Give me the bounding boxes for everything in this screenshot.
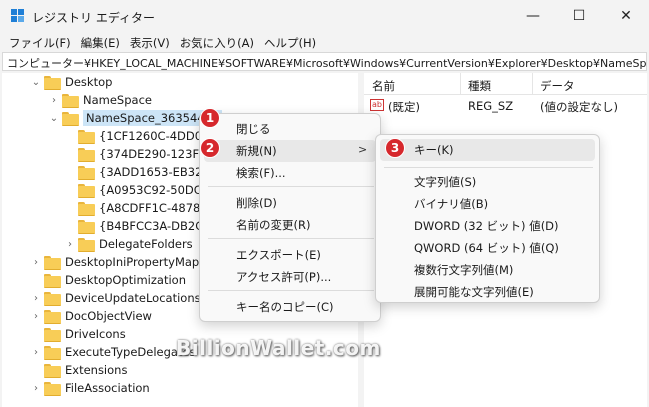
tree-item-desktop[interactable]: ⌄ Desktop xyxy=(30,73,112,91)
folder-icon xyxy=(44,273,61,288)
folder-icon xyxy=(44,309,61,324)
folder-icon xyxy=(78,165,95,180)
menu-file[interactable]: ファイル(F) xyxy=(4,32,76,52)
tree-item-guid[interactable]: {A0953C92-50DC-4 xyxy=(64,181,213,199)
menu-item-dword-value[interactable]: DWORD (32 ビット) 値(D) xyxy=(414,218,559,234)
column-data[interactable]: データ xyxy=(540,78,575,94)
chevron-right-icon[interactable]: › xyxy=(30,256,42,268)
chevron-right-icon: > xyxy=(358,143,368,156)
chevron-down-icon[interactable]: ⌄ xyxy=(48,112,60,124)
menu-edit[interactable]: 編集(E) xyxy=(76,32,125,52)
chevron-right-icon[interactable]: › xyxy=(30,292,42,304)
menu-item-multi-string-value[interactable]: 複数行文字列値(M) xyxy=(414,262,513,278)
menu-item-new[interactable]: 新規(N) xyxy=(236,143,277,159)
folder-icon xyxy=(78,147,95,162)
folder-icon xyxy=(44,255,61,270)
menu-item-binary-value[interactable]: バイナリ値(B) xyxy=(414,196,488,212)
menu-item-key[interactable]: キー(K) xyxy=(414,142,454,158)
folder-icon xyxy=(78,129,95,144)
menu-view[interactable]: 表示(V) xyxy=(125,32,175,52)
registry-editor-icon xyxy=(11,9,25,23)
step-badge-2: 2 xyxy=(200,138,220,158)
menu-item-expandable-string-value[interactable]: 展開可能な文字列値(E) xyxy=(414,284,534,300)
folder-icon xyxy=(78,201,95,216)
value-name: (既定) xyxy=(388,100,420,114)
tree-item-guid[interactable]: {B4BFCC3A-DB2C-4 xyxy=(64,217,215,235)
folder-icon xyxy=(44,291,61,306)
folder-icon xyxy=(78,219,95,234)
tree-item-namespace[interactable]: › NameSpace xyxy=(48,91,152,109)
menu-help[interactable]: ヘルプ(H) xyxy=(259,32,321,52)
watermark: BillionWallet.com xyxy=(176,336,381,360)
maximize-button[interactable]: ☐ xyxy=(556,0,602,32)
chevron-down-icon[interactable]: ⌄ xyxy=(30,76,42,88)
tree-item[interactable]: › ExecuteTypeDelegates xyxy=(30,343,196,361)
tree-item-guid[interactable]: {374DE290-123F-45 xyxy=(64,145,218,163)
folder-icon xyxy=(44,381,61,396)
window-title: レジストリ エディター xyxy=(32,11,155,25)
tree-item-delegatefolders[interactable]: › DelegateFolders xyxy=(64,235,193,253)
menu-item-export[interactable]: エクスポート(E) xyxy=(236,247,321,263)
chevron-right-icon[interactable]: › xyxy=(48,94,60,106)
tree-item[interactable]: › DocObjectView xyxy=(30,307,152,325)
menu-item-permissions[interactable]: アクセス許可(P)... xyxy=(236,269,331,285)
title-bar: レジストリ エディター — ☐ ✕ xyxy=(0,0,649,32)
folder-icon xyxy=(44,345,61,360)
column-type[interactable]: 種類 xyxy=(468,78,491,94)
menu-highlight xyxy=(204,140,376,162)
chevron-right-icon[interactable]: › xyxy=(30,346,42,358)
tree-item[interactable]: Extensions xyxy=(30,361,127,379)
menu-item-delete[interactable]: 削除(D) xyxy=(236,195,277,211)
new-submenu: キー(K) 文字列値(S) バイナリ値(B) DWORD (32 ビット) 値(… xyxy=(375,134,600,303)
step-badge-1: 1 xyxy=(200,108,220,128)
tree-item-guid[interactable]: {1CF1260C-4DD0-4 xyxy=(64,127,214,145)
chevron-right-icon[interactable]: › xyxy=(64,238,76,250)
value-data: (値の設定なし) xyxy=(540,100,618,114)
menu-item-string-value[interactable]: 文字列値(S) xyxy=(414,174,476,190)
list-header: 名前 種類 データ xyxy=(364,73,647,95)
tree-item[interactable]: › DesktopIniPropertyMap xyxy=(30,253,199,271)
menu-highlight xyxy=(380,139,595,161)
folder-icon xyxy=(44,363,61,378)
tree-item[interactable]: DesktopOptimization xyxy=(30,271,186,289)
folder-icon xyxy=(62,111,79,126)
menu-favorites[interactable]: お気に入り(A) xyxy=(175,32,259,52)
column-name[interactable]: 名前 xyxy=(372,78,395,94)
menu-item-rename[interactable]: 名前の変更(R) xyxy=(236,217,310,233)
menu-item-find[interactable]: 検索(F)... xyxy=(236,165,286,181)
tree-item[interactable]: › DeviceUpdateLocations xyxy=(30,289,201,307)
folder-icon xyxy=(44,327,61,342)
close-button[interactable]: ✕ xyxy=(603,0,649,32)
address-bar[interactable]: コンピューター¥HKEY_LOCAL_MACHINE¥SOFTWARE¥Micr… xyxy=(2,52,647,71)
chevron-right-icon[interactable]: › xyxy=(30,310,42,322)
tree-item[interactable]: › FileAssociation xyxy=(30,379,150,397)
menu-item-copy-key-name[interactable]: キー名のコピー(C) xyxy=(236,299,334,315)
tree-item-namespace-new[interactable]: ⌄ NameSpace_36354489 xyxy=(48,109,223,127)
list-item[interactable]: ab (既定) REG_SZ (値の設定なし) xyxy=(364,96,647,114)
folder-icon xyxy=(78,237,95,252)
tree-item[interactable]: DriveIcons xyxy=(30,325,126,343)
folder-icon xyxy=(62,93,79,108)
value-type: REG_SZ xyxy=(468,99,514,113)
chevron-right-icon[interactable]: › xyxy=(30,382,42,394)
menu-item-collapse[interactable]: 閉じる xyxy=(236,121,271,137)
context-menu: 閉じる 新規(N) > 検索(F)... 削除(D) 名前の変更(R) エクスポ… xyxy=(199,113,381,322)
tree-item-guid[interactable]: {3ADD1653-EB32-4 xyxy=(64,163,214,181)
tree-item-guid[interactable]: {A8CDFF1C-4878-4 xyxy=(64,199,212,217)
minimize-button[interactable]: — xyxy=(510,0,556,32)
menu-bar: ファイル(F) 編集(E) 表示(V) お気に入り(A) ヘルプ(H) xyxy=(0,32,649,52)
string-value-icon: ab xyxy=(370,99,384,111)
folder-icon xyxy=(78,183,95,198)
folder-icon xyxy=(44,75,61,90)
step-badge-3: 3 xyxy=(385,138,405,158)
menu-item-qword-value[interactable]: QWORD (64 ビット) 値(Q) xyxy=(414,240,559,256)
